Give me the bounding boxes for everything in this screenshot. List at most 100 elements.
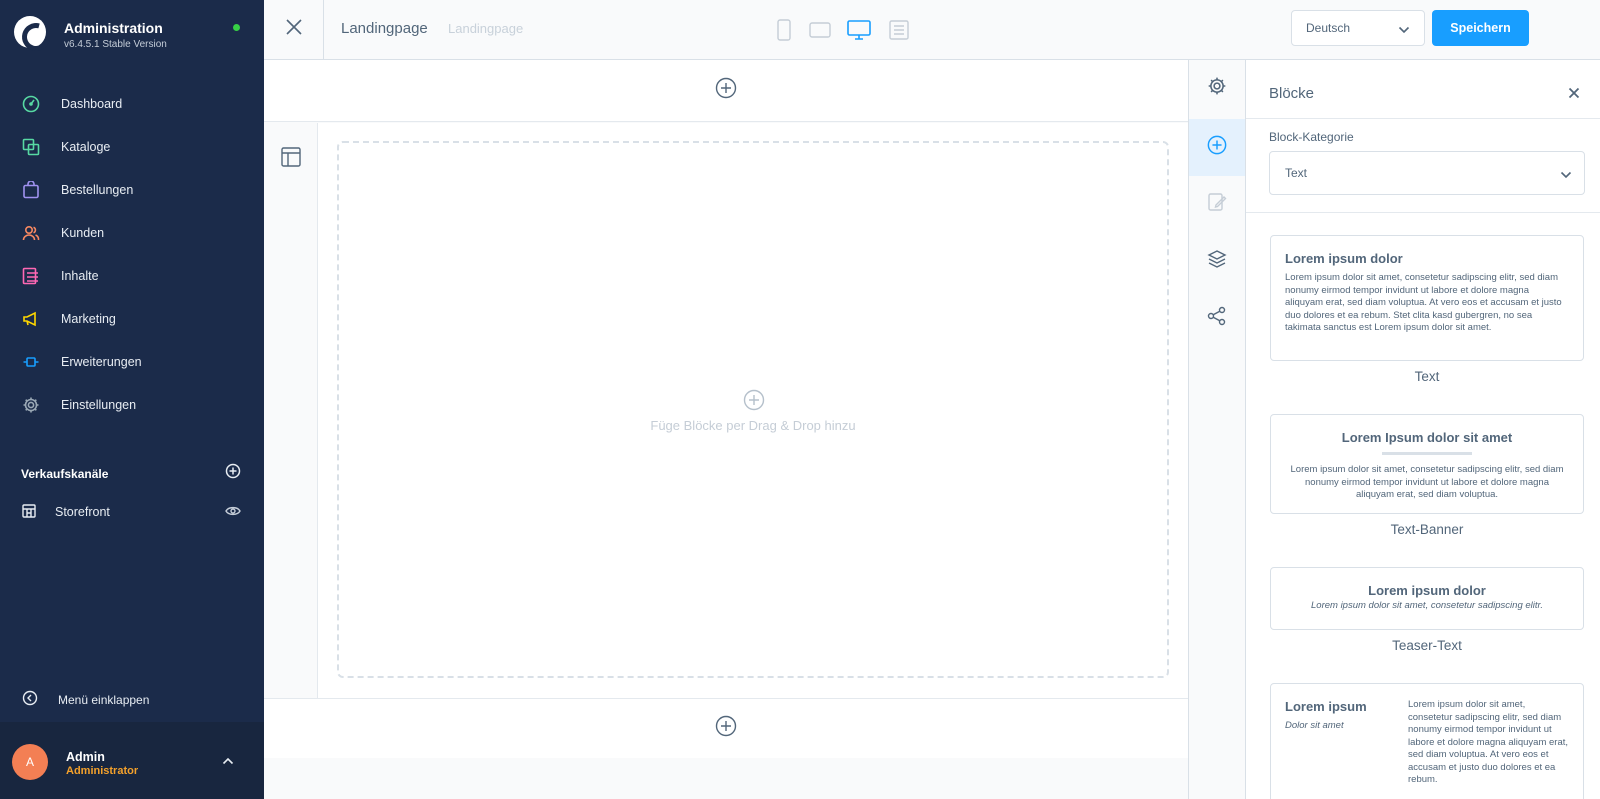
nav-label: Marketing — [61, 311, 116, 326]
nav-label: Kataloge — [61, 139, 111, 154]
panel-title: Blöcke — [1269, 85, 1315, 102]
main-nav: Dashboard Kataloge Bestellungen Kunden I… — [0, 82, 264, 426]
block-dropzone[interactable]: Füge Blöcke per Drag & Drop hinzu — [337, 141, 1169, 678]
nav-item-dashboard[interactable]: Dashboard — [0, 82, 264, 125]
close-editor-button[interactable] — [264, 0, 324, 59]
add-section-bottom-icon[interactable] — [715, 715, 737, 742]
share-icon — [1207, 306, 1227, 331]
nav-item-extensions[interactable]: Erweiterungen — [0, 340, 264, 383]
nav-item-orders[interactable]: Bestellungen — [0, 168, 264, 211]
chevron-down-icon — [1560, 168, 1572, 182]
plug-icon — [21, 352, 41, 372]
block-label: Teaser-Text — [1392, 638, 1462, 653]
block-label: Text-Banner — [1390, 522, 1464, 537]
language-select[interactable]: Deutsch — [1291, 10, 1425, 46]
block-preview-body: Lorem ipsum dolor sit amet, consetetur s… — [1408, 699, 1569, 785]
tab-share[interactable] — [1189, 290, 1245, 347]
block-preview-body: Lorem ipsum dolor sit amet, consetetur s… — [1290, 464, 1564, 500]
block-preview-heading: Lorem ipsum — [1285, 699, 1367, 714]
block-category-value: Text — [1285, 166, 1308, 180]
block-label: Text — [1414, 369, 1440, 384]
page-title: Landingpage — [341, 20, 428, 37]
block-preview-heading: Lorem ipsum dolor — [1285, 251, 1403, 266]
block-category-label: Block-Kategorie — [1269, 130, 1354, 144]
viewport-desktop-icon[interactable] — [845, 16, 873, 44]
gear-icon — [21, 395, 41, 415]
add-block-icon[interactable] — [743, 389, 765, 416]
plus-circle-icon — [1207, 135, 1227, 160]
user-profile-bar[interactable]: A Admin Administrator — [0, 722, 264, 799]
panel-divider — [1246, 212, 1600, 213]
avatar[interactable]: A — [12, 744, 48, 780]
panel-header: Blöcke — [1246, 60, 1600, 119]
add-section-top-icon[interactable] — [715, 77, 737, 104]
tab-blocks[interactable] — [1189, 119, 1245, 176]
chevron-down-icon — [1398, 23, 1410, 37]
add-section-top — [264, 60, 1188, 122]
sales-channel-storefront[interactable]: Storefront — [21, 502, 241, 522]
close-icon — [285, 18, 303, 41]
shopping-bag-icon — [21, 180, 41, 200]
section-content: Füge Blöcke per Drag & Drop hinzu — [318, 123, 1188, 698]
block-category-select[interactable]: Text — [1269, 151, 1585, 195]
sidebar-tool-rail — [1188, 60, 1246, 799]
dropzone-hint: Füge Blöcke per Drag & Drop hinzu — [650, 418, 856, 433]
page-subtitle: Landingpage — [448, 21, 524, 36]
add-sales-channel-icon[interactable] — [225, 463, 241, 484]
nav-item-customers[interactable]: Kunden — [0, 211, 264, 254]
tab-layers[interactable] — [1189, 233, 1245, 290]
sales-channels-title: Verkaufskanäle — [21, 466, 109, 481]
sales-channels-header: Verkaufskanäle — [21, 463, 241, 484]
divider-line — [1382, 452, 1472, 455]
dashboard-icon — [21, 94, 41, 114]
block-preview-body: Lorem ipsum dolor sit amet, consetetur s… — [1311, 600, 1543, 611]
nav-label: Einstellungen — [61, 397, 137, 412]
layout-icon[interactable] — [281, 147, 301, 172]
save-button[interactable]: Speichern — [1432, 10, 1529, 46]
eye-icon[interactable] — [225, 505, 241, 520]
viewport-tablet-icon[interactable] — [806, 16, 834, 44]
catalogue-icon — [21, 137, 41, 157]
nav-label: Erweiterungen — [61, 354, 142, 369]
shopware-logo-icon[interactable] — [14, 16, 46, 48]
nav-item-catalogues[interactable]: Kataloge — [0, 125, 264, 168]
nav-label: Kunden — [61, 225, 105, 240]
collapse-menu-button[interactable]: Menü einklappen — [22, 690, 149, 709]
block-preview-text-banner[interactable]: Lorem Ipsum dolor sit amet Lorem ipsum d… — [1270, 414, 1584, 514]
admin-sidebar: Administration v6.4.5.1 Stable Version D… — [0, 0, 264, 799]
storefront-label: Storefront — [55, 505, 110, 519]
brand-title: Administration — [64, 20, 163, 36]
content-icon — [21, 266, 41, 286]
tab-settings[interactable] — [1189, 60, 1245, 117]
language-value: Deutsch — [1306, 21, 1351, 35]
edit-icon — [1207, 192, 1227, 217]
nav-item-settings[interactable]: Einstellungen — [0, 383, 264, 426]
chevron-left-circle-icon — [22, 690, 38, 709]
close-icon[interactable] — [1568, 86, 1580, 104]
nav-item-content[interactable]: Inhalte — [0, 254, 264, 297]
user-role: Administrator — [66, 765, 139, 777]
viewport-form-icon[interactable] — [885, 16, 913, 44]
brand: Administration v6.4.5.1 Stable Version — [14, 16, 167, 50]
chevron-up-icon[interactable] — [222, 752, 234, 770]
block-preview-heading: Lorem Ipsum dolor sit amet — [1341, 430, 1513, 445]
megaphone-icon — [21, 309, 41, 329]
layers-icon — [1207, 249, 1227, 274]
viewport-mobile-icon[interactable] — [770, 16, 798, 44]
nav-item-marketing[interactable]: Marketing — [0, 297, 264, 340]
gear-icon — [1207, 76, 1227, 101]
storefront-icon — [21, 503, 37, 522]
add-section-bottom — [264, 698, 1188, 758]
online-status-dot — [233, 24, 240, 31]
editor-topbar: Landingpage Landingpage Deutsch Speicher… — [264, 0, 1600, 60]
tab-edit[interactable] — [1189, 176, 1245, 233]
block-preview-body: Lorem ipsum dolor sit amet, consetetur s… — [1285, 272, 1562, 333]
block-preview-text[interactable]: Lorem ipsum dolor Lorem ipsum dolor sit … — [1270, 235, 1584, 361]
block-preview-heading: Lorem ipsum dolor — [1368, 583, 1486, 598]
block-preview-two-column-text[interactable]: Lorem ipsum Dolor sit amet Lorem ipsum d… — [1270, 683, 1584, 799]
collapse-menu-label: Menü einklappen — [58, 692, 150, 707]
block-preview-teaser-text[interactable]: Lorem ipsum dolor Lorem ipsum dolor sit … — [1270, 567, 1584, 630]
nav-label: Dashboard — [61, 96, 123, 111]
blocks-panel: Blöcke Block-Kategorie Text Lorem ipsum … — [1246, 60, 1600, 799]
users-icon — [21, 223, 41, 243]
